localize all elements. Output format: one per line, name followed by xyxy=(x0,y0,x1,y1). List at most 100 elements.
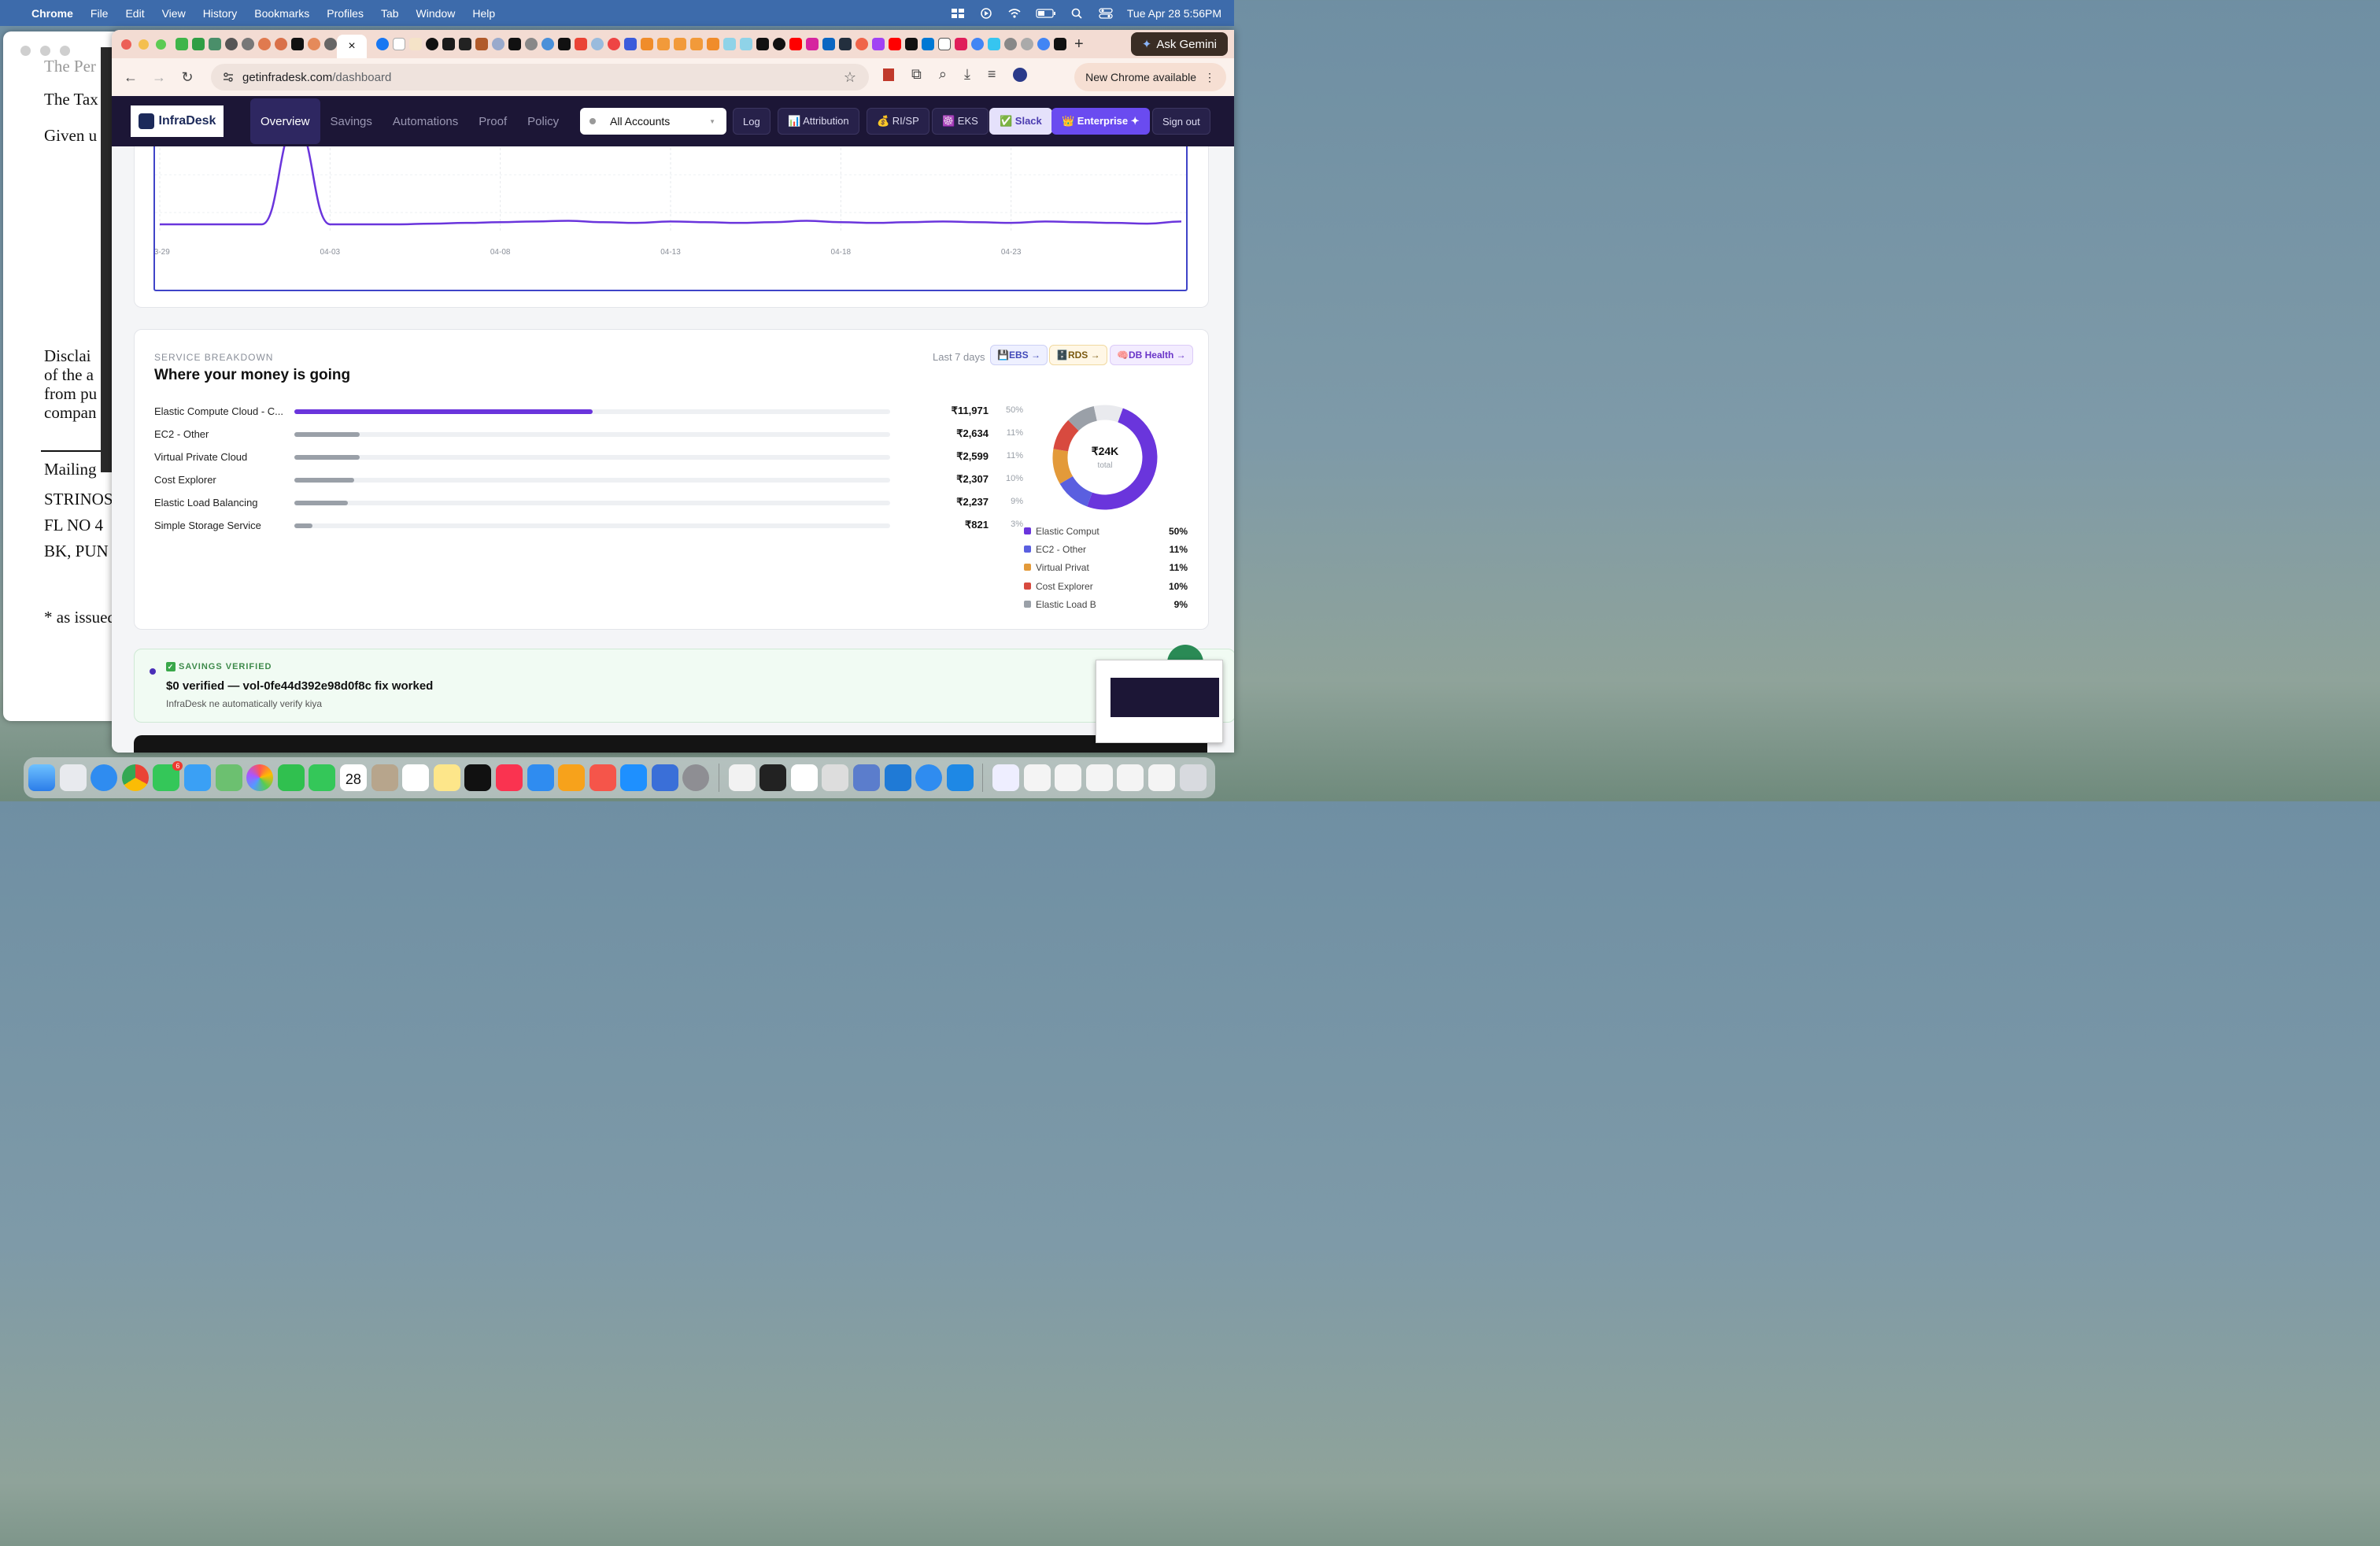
more-menu-icon[interactable]: ⋮ xyxy=(1204,71,1215,84)
site-info-icon[interactable] xyxy=(222,71,235,83)
rocket-icon[interactable] xyxy=(589,764,616,791)
profile-avatar-icon[interactable] xyxy=(1013,67,1028,82)
tab-favicon-icon[interactable] xyxy=(905,38,918,50)
menu-window[interactable]: Window xyxy=(416,7,456,20)
sign-out-button[interactable]: Sign out xyxy=(1152,108,1210,135)
maps-icon[interactable] xyxy=(215,764,242,791)
log-button[interactable]: Log xyxy=(733,108,771,135)
tab-overview[interactable]: Overview xyxy=(250,98,320,144)
docker-icon[interactable] xyxy=(853,764,881,791)
system-settings-icon[interactable] xyxy=(682,764,710,791)
tab-favicon-icon[interactable] xyxy=(955,38,967,50)
arc-icon[interactable] xyxy=(790,764,818,791)
db-health-link-button[interactable]: 🧠DB Health → xyxy=(1110,345,1193,365)
recent-file-icon[interactable] xyxy=(1148,764,1175,791)
slack-button[interactable]: ✅ Slack xyxy=(989,108,1052,135)
new-tab-button[interactable]: + xyxy=(1074,35,1084,54)
trash-icon[interactable] xyxy=(1179,764,1207,791)
zoom-window-button[interactable] xyxy=(156,39,166,50)
recent-file-icon[interactable] xyxy=(1055,764,1082,791)
tab-favicon-icon[interactable] xyxy=(376,38,389,50)
tab-policy[interactable]: Policy xyxy=(517,98,569,144)
keynote-icon[interactable] xyxy=(527,764,554,791)
extensions-puzzle-icon[interactable]: ⧉ xyxy=(911,66,922,83)
terminal-icon[interactable] xyxy=(759,764,787,791)
ebs-link-button[interactable]: 💾EBS → xyxy=(990,345,1048,365)
mail-icon[interactable] xyxy=(183,764,211,791)
tab-search-icon[interactable]: ⌕ xyxy=(939,66,947,83)
rds-link-button[interactable]: 🗄️RDS → xyxy=(1049,345,1107,365)
vscode-icon[interactable] xyxy=(884,764,911,791)
numbers-icon[interactable] xyxy=(728,764,756,791)
tab-favicon-icon[interactable] xyxy=(1054,38,1066,50)
contacts-icon[interactable] xyxy=(371,764,398,791)
recent-file-icon[interactable] xyxy=(1085,764,1113,791)
service-row[interactable]: EC2 - Other ₹2,634 11% xyxy=(154,427,1023,442)
tab-favicon-icon[interactable] xyxy=(1004,38,1017,50)
tab-favicon-icon[interactable] xyxy=(856,38,868,50)
tab-favicon-icon[interactable] xyxy=(690,38,703,50)
tab-favicon-icon[interactable] xyxy=(176,38,188,50)
extension-icon[interactable] xyxy=(883,68,894,81)
tab-favicon-icon[interactable] xyxy=(1037,38,1050,50)
tab-favicon-icon[interactable] xyxy=(525,38,538,50)
menu-edit[interactable]: Edit xyxy=(125,7,144,20)
apple-tv-icon[interactable] xyxy=(464,764,492,791)
play-circle-icon[interactable] xyxy=(979,7,993,19)
account-select[interactable]: All Accounts ▼ xyxy=(580,108,726,135)
tab-favicon-icon[interactable] xyxy=(558,38,571,50)
chrome-icon[interactable] xyxy=(121,764,149,791)
tab-favicon-icon[interactable] xyxy=(492,38,504,50)
tab-favicon-icon[interactable] xyxy=(1021,38,1033,50)
downloads-stack-icon[interactable] xyxy=(992,764,1019,791)
tab-favicon-icon[interactable] xyxy=(674,38,686,50)
phone-icon[interactable] xyxy=(309,764,336,791)
tab-favicon-icon[interactable] xyxy=(723,38,736,50)
windows-app-icon[interactable] xyxy=(946,764,974,791)
messages-icon[interactable]: 6 xyxy=(153,761,183,791)
tab-favicon-icon[interactable] xyxy=(242,38,254,50)
tab-proof[interactable]: Proof xyxy=(468,98,517,144)
back-arrow-icon[interactable]: ← xyxy=(116,69,145,86)
finder-icon[interactable] xyxy=(28,764,55,791)
minimize-window-button[interactable] xyxy=(139,39,149,50)
tab-favicon-icon[interactable] xyxy=(409,38,422,50)
tab-favicon-icon[interactable] xyxy=(442,38,455,50)
ask-gemini-button[interactable]: ✦ Ask Gemini xyxy=(1130,32,1228,56)
downloads-icon[interactable]: ⤓ xyxy=(964,66,970,83)
wifi-icon[interactable] xyxy=(1007,8,1022,19)
tab-favicon-icon[interactable] xyxy=(624,38,637,50)
menu-help[interactable]: Help xyxy=(472,7,495,20)
tab-favicon-icon[interactable] xyxy=(308,38,320,50)
proxyman-icon[interactable] xyxy=(915,764,943,791)
tab-favicon-icon[interactable] xyxy=(971,38,984,50)
tab-savings[interactable]: Savings xyxy=(320,98,382,144)
risp-button[interactable]: 💰 RI/SP xyxy=(867,108,929,135)
media-controls-icon[interactable]: ≡ xyxy=(988,66,996,83)
reload-icon[interactable]: ↻ xyxy=(173,69,201,86)
menu-bar-clock[interactable]: Tue Apr 28 5:56PM xyxy=(1127,7,1221,20)
spotlight-search-icon[interactable] xyxy=(1070,8,1085,19)
tab-automations[interactable]: Automations xyxy=(382,98,468,144)
tab-favicon-icon[interactable] xyxy=(922,38,934,50)
tab-favicon-icon[interactable] xyxy=(209,38,221,50)
chrome-update-button[interactable]: New Chrome available ⋮ xyxy=(1074,63,1226,91)
notes-icon[interactable] xyxy=(433,764,460,791)
tab-favicon-icon[interactable] xyxy=(839,38,852,50)
tab-favicon-icon[interactable] xyxy=(789,38,802,50)
tab-favicon-icon[interactable] xyxy=(773,38,785,50)
app-store-icon[interactable] xyxy=(620,764,648,791)
attribution-button[interactable]: 📊 Attribution xyxy=(778,108,859,135)
close-tab-icon[interactable]: × xyxy=(348,39,355,54)
tab-favicon-icon[interactable] xyxy=(475,38,488,50)
tab-favicon-icon[interactable] xyxy=(393,38,405,50)
screenshot-thumbnail[interactable] xyxy=(1096,660,1223,743)
tab-favicon-icon[interactable] xyxy=(641,38,653,50)
tab-favicon-icon[interactable] xyxy=(806,38,819,50)
service-row[interactable]: Cost Explorer ₹2,307 10% xyxy=(154,472,1023,488)
tab-favicon-icon[interactable] xyxy=(657,38,670,50)
menu-app-name[interactable]: Chrome xyxy=(31,7,73,20)
tab-favicon-icon[interactable] xyxy=(258,38,271,50)
tab-favicon-icon[interactable] xyxy=(740,38,752,50)
pages-icon[interactable] xyxy=(558,764,586,791)
